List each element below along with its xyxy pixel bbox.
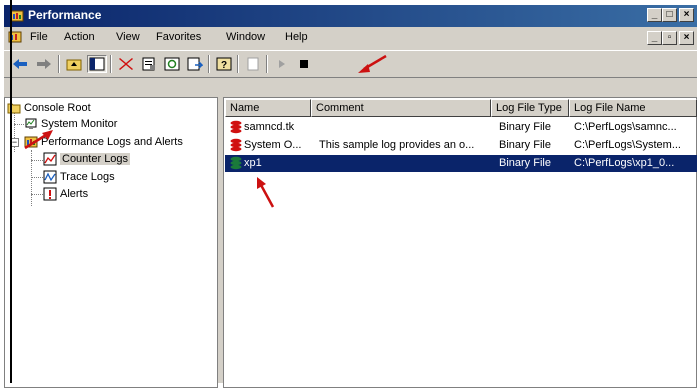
tree-item-counter-logs[interactable]: Counter Logs	[43, 152, 131, 166]
delete-button[interactable]	[116, 55, 136, 73]
menu-favorites[interactable]: Favorites	[156, 31, 201, 43]
toolbar-separator	[266, 55, 268, 73]
new-document-icon	[247, 57, 259, 71]
help-icon: ?	[216, 57, 232, 71]
folder-up-icon	[66, 59, 82, 71]
maximize-button[interactable]: □	[662, 8, 677, 22]
menu-view[interactable]: View	[116, 31, 140, 43]
window-title: Performance	[28, 8, 102, 22]
refresh-button[interactable]	[162, 55, 182, 73]
table-row-selected[interactable]: xp1 Binary File C:\PerfLogs\xp1_0...	[225, 155, 697, 172]
tree-connector	[31, 150, 32, 206]
counter-logs-icon	[43, 152, 57, 166]
stop-icon	[300, 60, 308, 68]
toolbar-separator	[110, 55, 112, 73]
row-log-file-name: C:\PerfLogs\samnc...	[574, 121, 677, 133]
column-header-log-file-type[interactable]: Log File Type	[491, 99, 569, 117]
tree-label: Counter Logs	[60, 153, 131, 165]
refresh-icon	[164, 57, 180, 71]
tree-item-console-root[interactable]: Console Root	[7, 101, 91, 115]
tree-connector	[14, 124, 24, 125]
mdi-restore-button[interactable]: ▫	[662, 31, 677, 45]
table-row[interactable]: samncd.tk Binary File C:\PerfLogs\samnc.…	[225, 119, 697, 136]
export-list-icon	[187, 57, 203, 71]
properties-icon	[142, 57, 155, 71]
table-row[interactable]: System O... This sample log provides an …	[225, 137, 697, 154]
annotation-arrow-xp1	[257, 177, 275, 208]
forward-button[interactable]	[34, 55, 54, 73]
mmc-window: Performance _ □ × File Action View Favor…	[4, 5, 697, 388]
mdi-close-button[interactable]: ×	[679, 31, 694, 45]
performance-app-icon	[10, 10, 24, 22]
play-icon	[279, 60, 285, 68]
alert-icon	[43, 187, 57, 201]
annotation-vertical-line	[10, 0, 12, 383]
tree-label: Console Root	[24, 102, 91, 114]
trace-logs-icon	[43, 170, 57, 184]
tree-label: Performance Logs and Alerts	[41, 136, 183, 148]
row-log-file-type: Binary File	[499, 157, 551, 169]
tree-item-trace-logs[interactable]: Trace Logs	[43, 170, 115, 184]
row-log-file-type: Binary File	[499, 121, 551, 133]
menu-action[interactable]: Action	[64, 31, 95, 43]
row-log-file-name: C:\PerfLogs\System...	[574, 139, 681, 151]
export-list-button[interactable]	[185, 55, 205, 73]
back-arrow-icon	[13, 59, 27, 69]
help-button[interactable]: ?	[214, 55, 234, 73]
annotation-arrow-counter-logs	[24, 130, 53, 150]
forward-arrow-icon	[37, 59, 51, 69]
tree-connector	[31, 160, 43, 161]
menu-help[interactable]: Help	[285, 31, 308, 43]
row-name: System O...	[244, 139, 302, 151]
toolbar-separator	[208, 55, 210, 73]
minimize-button[interactable]: _	[647, 8, 662, 22]
delete-x-icon	[119, 58, 133, 70]
list-header: Name Comment Log File Type Log File Name	[225, 99, 697, 117]
log-stopped-icon	[230, 138, 242, 152]
start-log-button[interactable]	[272, 55, 292, 73]
row-comment: This sample log provides an o...	[319, 139, 475, 151]
tree-label: Alerts	[60, 188, 89, 200]
console-tree-icon	[89, 57, 105, 71]
mdi-minimize-button[interactable]: _	[647, 31, 662, 45]
tree-item-alerts[interactable]: Alerts	[43, 187, 88, 201]
column-header-name[interactable]: Name	[225, 99, 311, 117]
toolbar-separator	[237, 55, 239, 73]
column-header-log-file-name[interactable]: Log File Name	[569, 99, 697, 117]
title-bar[interactable]: Performance _ □ ×	[4, 5, 697, 27]
new-log-button[interactable]	[243, 55, 263, 73]
tree-label: Trace Logs	[60, 171, 115, 183]
menu-window[interactable]: Window	[226, 31, 265, 43]
svg-text:?: ?	[221, 60, 227, 71]
menu-bar: File Action View Favorites Window Help _…	[4, 27, 697, 49]
row-log-file-name: C:\PerfLogs\xp1_0...	[574, 157, 675, 169]
log-running-icon	[230, 156, 242, 170]
row-name: samncd.tk	[244, 121, 295, 133]
toolbar-separator	[58, 55, 60, 73]
tree-connector	[31, 194, 43, 195]
stop-log-button[interactable]	[294, 55, 314, 73]
log-stopped-icon	[230, 120, 242, 134]
menu-file[interactable]: File	[30, 31, 48, 43]
show-hide-tree-button[interactable]	[87, 55, 107, 73]
row-log-file-type: Binary File	[499, 139, 551, 151]
log-list-pane: Name Comment Log File Type Log File Name…	[223, 97, 697, 388]
toolbar: ?	[4, 50, 697, 78]
column-header-comment[interactable]: Comment	[311, 99, 491, 117]
properties-button[interactable]	[139, 55, 159, 73]
close-button[interactable]: ×	[679, 8, 694, 22]
up-one-level-button[interactable]	[64, 55, 84, 73]
annotation-arrow-stop	[358, 54, 387, 73]
row-name: xp1	[244, 157, 262, 169]
tree-connector	[31, 177, 43, 178]
back-button[interactable]	[10, 55, 30, 73]
